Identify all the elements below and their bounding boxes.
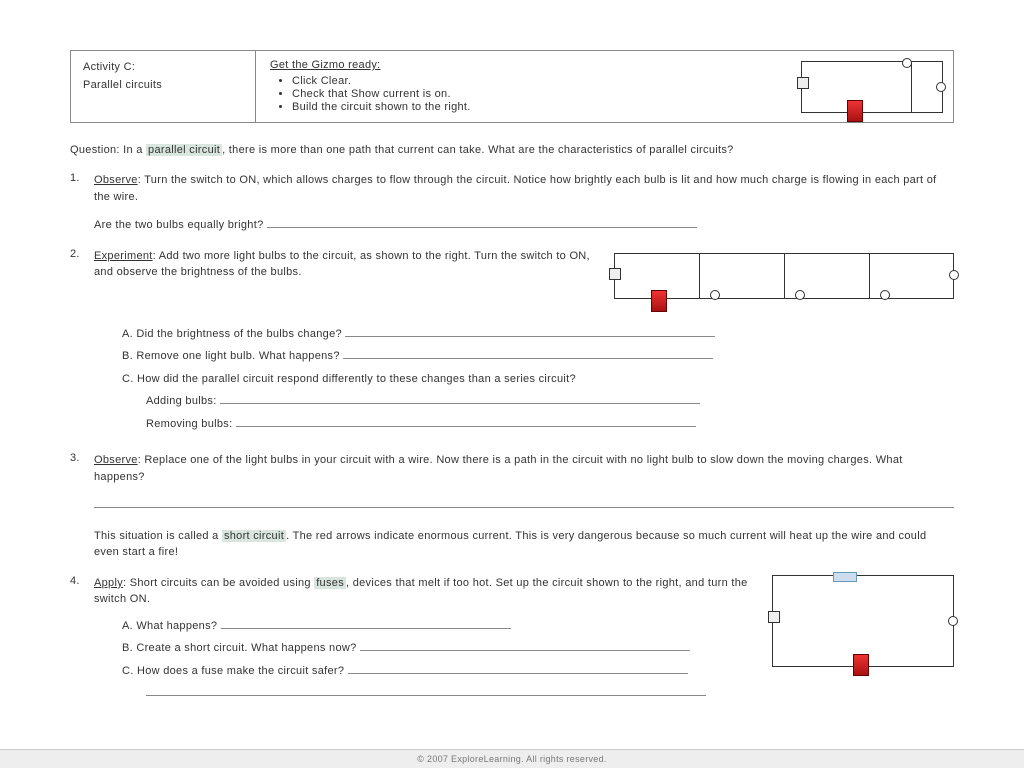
question-2: 2. Experiment: Add two more light bulbs … [70, 248, 954, 439]
q4c-text: C. How does a fuse make the circuit safe… [122, 665, 348, 677]
q2c: C. How did the parallel circuit respond … [122, 371, 954, 388]
header-table: Activity C: Parallel circuits Get the Gi… [70, 50, 954, 123]
wire [869, 253, 870, 298]
bulb-icon [949, 270, 959, 280]
bulb-icon [948, 616, 958, 626]
question-lead: Question: In a [70, 144, 146, 156]
q2-number: 2. [70, 248, 94, 439]
q4b-text: B. Create a short circuit. What happens … [122, 642, 360, 654]
highlight-fuses: fuses [314, 577, 346, 589]
bulb-icon [880, 290, 890, 300]
highlight-parallel-circuit: parallel circuit [146, 144, 222, 156]
gizmo-ready-title: Get the Gizmo ready: [270, 59, 777, 71]
q2c-rem-label: Removing bulbs: [146, 418, 236, 430]
q1-text: : Turn the switch to ON, which allows ch… [94, 174, 937, 203]
switch-icon [768, 611, 780, 623]
gizmo-ready-list: Click Clear. Check that Show current is … [270, 75, 777, 113]
q3-text: : Replace one of the light bulbs in your… [94, 454, 903, 483]
question-4: 4. Apply: Short circuits can be avoided … [70, 575, 954, 708]
circuit-diagram-q2 [614, 248, 954, 308]
q4a-text: A. What happens? [122, 620, 221, 632]
battery-icon [651, 290, 667, 312]
q2a-text: A. Did the brightness of the bulbs chang… [122, 328, 345, 340]
q1-prompt-row: Are the two bulbs equally bright? [94, 217, 954, 234]
q2c-adding: Adding bulbs: [122, 393, 954, 410]
answer-blank[interactable] [94, 507, 954, 508]
q2c-add-label: Adding bulbs: [146, 395, 220, 407]
worksheet-page: Activity C: Parallel circuits Get the Gi… [0, 0, 1024, 768]
list-item: Build the circuit shown to the right. [292, 101, 777, 113]
answer-blank[interactable] [348, 673, 688, 674]
list-item: Check that Show current is on. [292, 88, 777, 100]
q1-prompt: Are the two bulbs equally bright? [94, 219, 267, 231]
circuit-diagram-header [801, 61, 943, 113]
wire [911, 62, 912, 112]
q2-body: Experiment: Add two more light bulbs to … [94, 248, 954, 439]
bulb-icon [795, 290, 805, 300]
q2c-removing: Removing bulbs: [122, 416, 954, 433]
q1-label: Observe [94, 174, 138, 186]
battery-icon [847, 100, 863, 122]
fuse-icon [833, 572, 857, 582]
main-question: Question: In a parallel circuit, there i… [70, 143, 954, 158]
answer-blank[interactable] [343, 358, 713, 359]
highlight-short-circuit: short circuit [222, 530, 286, 542]
q2c-text: C. How did the parallel circuit respond … [122, 373, 576, 385]
gizmo-ready-cell: Get the Gizmo ready: Click Clear. Check … [256, 51, 791, 122]
q4-text1: : Short circuits can be avoided using [123, 577, 314, 589]
wire [699, 253, 700, 298]
answer-blank[interactable] [221, 628, 511, 629]
switch-icon [609, 268, 621, 280]
answer-blank[interactable] [146, 695, 706, 696]
battery-icon [853, 654, 869, 676]
q4-number: 4. [70, 575, 94, 708]
header-diagram-cell [791, 51, 953, 122]
answer-blank[interactable] [345, 336, 715, 337]
question-3: 3. Observe: Replace one of the light bul… [70, 452, 954, 561]
list-item: Click Clear. [292, 75, 777, 87]
q1-body: Observe: Turn the switch to ON, which al… [94, 172, 954, 234]
q3-label: Observe [94, 454, 138, 466]
question-rest: , there is more than one path that curre… [222, 144, 733, 156]
q2-text: : Add two more light bulbs to the circui… [94, 250, 590, 279]
activity-name: Parallel circuits [83, 79, 243, 91]
answer-blank[interactable] [236, 426, 696, 427]
q2a: A. Did the brightness of the bulbs chang… [122, 326, 954, 343]
q4-label: Apply [94, 577, 123, 589]
answer-blank[interactable] [220, 403, 700, 404]
footer-copyright: © 2007 ExploreLearning. All rights reser… [0, 749, 1024, 768]
answer-blank[interactable] [360, 650, 690, 651]
answer-blank[interactable] [267, 227, 697, 228]
q2-subitems: A. Did the brightness of the bulbs chang… [94, 326, 954, 433]
q2b-text: B. Remove one light bulb. What happens? [122, 350, 343, 362]
q2b: B. Remove one light bulb. What happens? [122, 348, 954, 365]
q3-number: 3. [70, 452, 94, 561]
q2-label: Experiment [94, 250, 153, 262]
activity-label: Activity C: [83, 61, 243, 73]
wire [784, 253, 785, 298]
q3-p2a: This situation is called a [94, 530, 222, 542]
q3-body: Observe: Replace one of the light bulbs … [94, 452, 954, 561]
activity-cell: Activity C: Parallel circuits [71, 51, 256, 122]
bulb-icon [936, 82, 946, 92]
q3-explanation: This situation is called a short circuit… [94, 528, 954, 561]
question-1: 1. Observe: Turn the switch to ON, which… [70, 172, 954, 234]
bulb-icon [710, 290, 720, 300]
q1-number: 1. [70, 172, 94, 234]
q4-body: Apply: Short circuits can be avoided usi… [94, 575, 954, 708]
switch-icon [797, 77, 809, 89]
circuit-diagram-q4 [772, 575, 954, 667]
